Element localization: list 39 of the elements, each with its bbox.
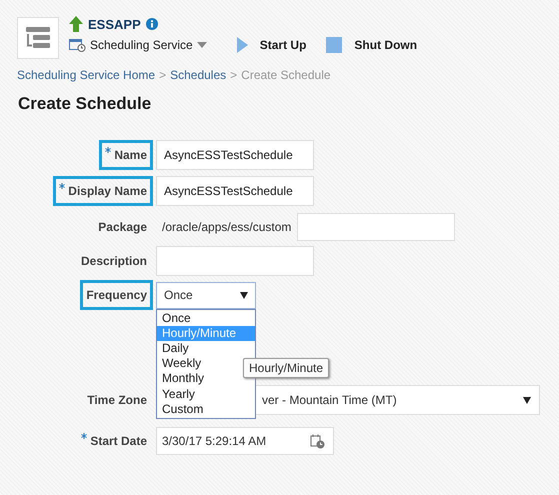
breadcrumb-link[interactable]: Schedules (170, 68, 226, 82)
text-field[interactable]: AsyncESSTestSchedule (156, 176, 314, 206)
field-label: Time Zone (87, 393, 147, 407)
dropdown-arrow-icon (523, 396, 531, 404)
package-prefix: /oracle/apps/ess/custom (162, 220, 292, 234)
breadcrumb-link[interactable]: Scheduling Service Home (17, 68, 156, 82)
up-arrow-icon (69, 16, 83, 32)
field-label: Frequency (86, 288, 147, 302)
date-time-field[interactable]: 3/30/17 5:29:14 AM (156, 427, 334, 455)
dropdown-option[interactable]: Yearly (157, 386, 255, 402)
text-field[interactable] (156, 246, 314, 276)
field-label: Display Name (68, 184, 147, 198)
text-field[interactable]: AsyncESSTestSchedule (156, 140, 314, 170)
dropdown-option[interactable]: Daily (157, 340, 255, 356)
dropdown-option[interactable]: Custom (157, 402, 255, 417)
dropdown-arrow-icon (240, 292, 248, 298)
app-name: ESSAPP (88, 16, 141, 32)
field-label: Start Date (90, 434, 147, 448)
calendar-clock-icon (69, 38, 86, 52)
text-field[interactable] (297, 213, 456, 241)
field-label: Description (80, 254, 147, 268)
calendar-clock-icon[interactable] (310, 434, 325, 448)
breadcrumb-current: Create Schedule (241, 68, 331, 82)
page-title: Create Schedule (18, 94, 152, 114)
info-icon[interactable] (146, 18, 158, 30)
field-label: Name (114, 148, 147, 162)
play-icon (236, 37, 248, 53)
field-label: Package (98, 220, 147, 234)
breadcrumb-separator: > (230, 68, 238, 82)
dropdown-option[interactable]: Once (157, 310, 255, 326)
service-menu[interactable]: Scheduling Service (69, 38, 207, 52)
breadcrumb-separator: > (159, 68, 166, 82)
shut-down-button[interactable]: Shut Down (326, 37, 418, 53)
start-up-button[interactable]: Start Up (236, 37, 306, 53)
caret-icon (196, 42, 207, 48)
stop-icon (326, 37, 342, 53)
frequency-select[interactable]: Once (156, 282, 256, 308)
tooltip: Hourly/Minute (243, 358, 330, 378)
app-logo-icon (17, 17, 59, 59)
